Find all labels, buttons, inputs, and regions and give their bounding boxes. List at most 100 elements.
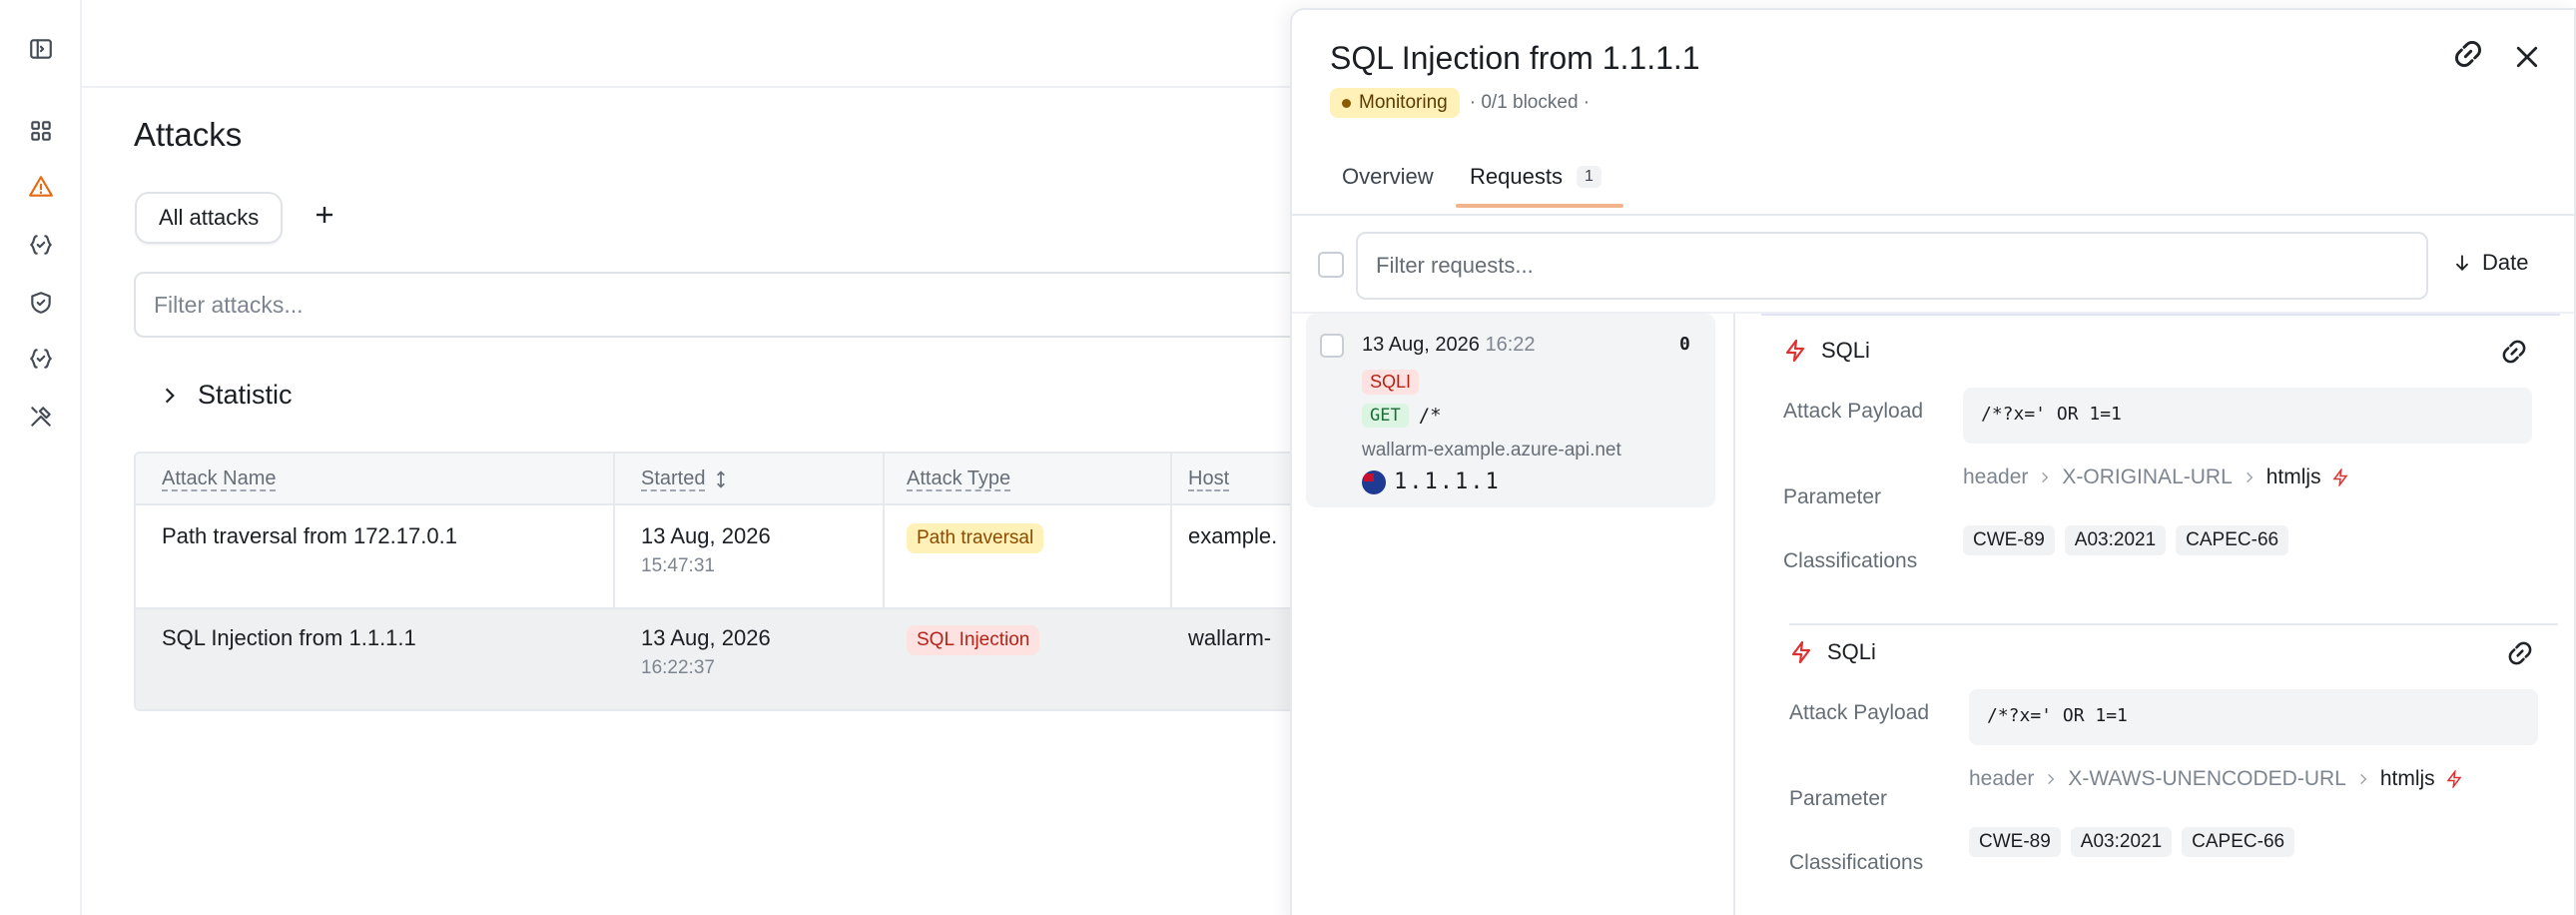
request-count: 0 (1679, 334, 1690, 355)
nav-rail (0, 0, 82, 915)
add-tab-button[interactable] (310, 200, 339, 230)
attack-tag-badge: SQLI (1362, 370, 1420, 395)
detection-title: SQLi (1821, 338, 1870, 363)
lightning-icon (2446, 770, 2462, 788)
started-cell: 13 Aug, 2026 15:47:31 (641, 523, 771, 577)
param-segment: X-ORIGINAL-URL (2062, 465, 2233, 488)
column-header-started-label: Started (641, 467, 706, 489)
chevron-right-icon (2048, 773, 2055, 785)
close-icon (2516, 46, 2538, 68)
dashboard-icon[interactable] (26, 116, 56, 146)
payload-label: Attack Payload (1783, 400, 1924, 423)
classification-tags: CWE-89 A03:2021 CAPEC-66 (1969, 827, 2295, 857)
column-header-started[interactable]: Started (641, 467, 729, 490)
page-title: Attacks (134, 116, 243, 153)
header-divider (82, 86, 1290, 88)
detection-block: SQLi Attack Payload /*?x=' OR 1=1 Parame… (1783, 338, 2542, 607)
attacks-table: Attack Name Started Attack Type Host Pat… (134, 452, 1312, 711)
request-time: 16:22 (1485, 334, 1536, 356)
statistic-toggle[interactable]: Statistic (160, 380, 293, 411)
copy-link-button[interactable] (2452, 38, 2484, 70)
sort-label: Date (2482, 250, 2529, 275)
classifications-label: Classifications (1783, 549, 1918, 572)
sort-icon (717, 469, 726, 488)
request-date: 13 Aug, 2026 (1362, 334, 1480, 356)
tab-overview[interactable]: Overview (1342, 164, 1434, 190)
column-header-attack-type[interactable]: Attack Type (907, 467, 1010, 490)
detection-link-button[interactable] (2500, 338, 2528, 366)
link-icon (2502, 340, 2526, 364)
host-cell: wallarm- (1188, 625, 1272, 650)
filter-attacks-input[interactable] (134, 272, 1312, 338)
table-row[interactable]: SQL Injection from 1.1.1.1 13 Aug, 2026 … (136, 609, 1310, 709)
request-path: /* (1418, 405, 1442, 427)
plus-icon (317, 207, 332, 223)
column-header-attack-name[interactable]: Attack Name (162, 467, 276, 490)
table-header: Attack Name Started Attack Type Host (136, 454, 1310, 505)
started-date: 13 Aug, 2026 (641, 625, 771, 650)
status-badge-label: Monitoring (1359, 92, 1448, 113)
attack-payload: /*?x=' OR 1=1 (1969, 689, 2538, 745)
status-badge: Monitoring (1330, 88, 1460, 118)
table-row[interactable]: Path traversal from 172.17.0.1 13 Aug, 2… (136, 507, 1310, 609)
column-header-host[interactable]: Host (1188, 467, 1229, 490)
started-cell: 13 Aug, 2026 16:22:37 (641, 625, 771, 679)
detection-block: SQLi Attack Payload /*?x=' OR 1=1 Parame… (1789, 639, 2548, 909)
request-host: wallarm-example.azure-api.net (1362, 440, 1621, 460)
api-braces-icon[interactable] (26, 230, 56, 260)
param-segment: header (1969, 767, 2035, 790)
request-list-item[interactable]: 13 Aug, 2026 16:22 0 SQLI GET /* wallarm… (1306, 314, 1715, 507)
sidebar-toggle-icon[interactable] (26, 34, 56, 64)
request-source: 1.1.1.1 (1362, 469, 1501, 494)
tools-icon[interactable] (26, 402, 56, 432)
detection-divider (1789, 623, 2558, 625)
classification-tag: CWE-89 (1969, 827, 2061, 857)
chevron-right-icon (2246, 471, 2254, 483)
host-cell: example. (1188, 523, 1278, 548)
classification-tag: A03:2021 (2064, 525, 2167, 555)
parameter-label: Parameter (1789, 787, 1888, 810)
select-all-checkbox[interactable] (1318, 252, 1344, 278)
detection-header: SQLi (1783, 338, 1870, 364)
detection-link-button[interactable] (2506, 639, 2534, 667)
started-time: 15:47:31 (641, 555, 715, 576)
drawer-title: SQL Injection from 1.1.1.1 (1330, 40, 1700, 76)
chevron-right-icon (165, 388, 175, 403)
attack-type-badge: Path traversal (907, 523, 1044, 553)
detection-header: SQLi (1789, 639, 1876, 665)
param-segment: X-WAWS-UNENCODED-URL (2068, 767, 2346, 790)
active-tab-indicator (1456, 204, 1623, 208)
close-drawer-button[interactable] (2512, 42, 2542, 72)
link-icon (2508, 641, 2532, 665)
country-flag-icon (1362, 469, 1386, 494)
pane-divider (1733, 314, 1735, 915)
source-ip: 1.1.1.1 (1394, 469, 1501, 494)
payload-label: Attack Payload (1789, 701, 1930, 724)
chevron-right-icon (2359, 773, 2367, 785)
details-divider (1761, 314, 2560, 316)
request-checkbox[interactable] (1320, 334, 1344, 358)
request-line: GET /* (1362, 404, 1442, 428)
arrow-down-icon (2456, 255, 2468, 271)
attacks-warning-icon[interactable] (26, 172, 56, 202)
tab-all-attacks[interactable]: All attacks (137, 194, 282, 242)
lightning-icon (2332, 468, 2348, 486)
shield-icon[interactable] (26, 288, 56, 318)
request-datetime: 13 Aug, 2026 16:22 (1362, 334, 1536, 357)
param-segment: header (1963, 465, 2029, 488)
param-segment: htmljs (2379, 767, 2435, 790)
http-method-badge: GET (1362, 404, 1409, 428)
attack-type-cell: Path traversal (907, 523, 1044, 553)
attack-type-cell: SQL Injection (907, 625, 1040, 655)
filter-requests-input[interactable] (1356, 232, 2428, 300)
attack-name: Path traversal from 172.17.0.1 (162, 523, 457, 548)
api-braces-icon[interactable] (26, 344, 56, 374)
tab-requests[interactable]: Requests 1 (1470, 164, 1602, 190)
blocked-count: · 0/1 blocked · (1469, 92, 1591, 113)
classifications-label: Classifications (1789, 851, 1924, 874)
attack-payload: /*?x=' OR 1=1 (1963, 388, 2532, 444)
sort-by-date-button[interactable]: Date (2452, 250, 2528, 276)
drawer-meta: Monitoring · 0/1 blocked · (1330, 88, 1590, 118)
attack-details-drawer: SQL Injection from 1.1.1.1 Monitoring · … (1290, 8, 2576, 915)
detection-title: SQLi (1827, 639, 1876, 664)
